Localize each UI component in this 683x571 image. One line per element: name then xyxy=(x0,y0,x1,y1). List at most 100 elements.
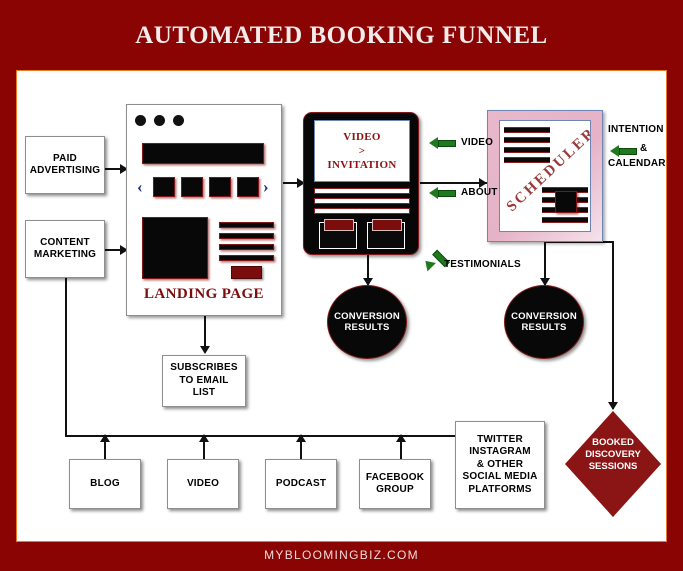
carousel-item xyxy=(181,177,203,197)
callout-calendar-label: CALENDAR xyxy=(608,158,666,169)
node-channel-facebook-group[interactable]: FACEBOOK GROUP xyxy=(359,459,431,509)
text-line xyxy=(219,222,274,228)
node-booked-discovery-sessions[interactable]: BOOKED DISCOVERY SESSIONS xyxy=(565,411,661,517)
booked-node-line2: DISCOVERY xyxy=(585,449,641,460)
callout-testimonials-label: TESTIMONIALS xyxy=(444,259,521,270)
email-node-text: SUBSCRIBES TO EMAIL LIST xyxy=(170,362,238,400)
arrowhead-video-riser xyxy=(199,434,209,442)
video-content-line xyxy=(314,188,410,194)
conversion-results-1-text: CONVERSION RESULTS xyxy=(334,311,400,334)
carousel-item xyxy=(237,177,259,197)
node-paid-advertising[interactable]: PAID ADVERTISING xyxy=(25,136,105,194)
footer-watermark: MYBLOOMINGBIZ.COM xyxy=(264,548,419,562)
connector-video-to-scheduler xyxy=(420,182,487,184)
arrowhead-facebook-riser xyxy=(396,434,406,442)
scheduler-row xyxy=(542,217,588,223)
scheduler-selected-day xyxy=(555,191,577,213)
node-channel-blog[interactable]: BLOG xyxy=(69,459,141,509)
node-conversion-results-1[interactable]: CONVERSION RESULTS xyxy=(327,285,407,359)
callout-video-label: VIDEO xyxy=(461,137,494,148)
video-content-line xyxy=(314,198,410,204)
email-node-line1: SUBSCRIBES xyxy=(170,362,238,374)
conversion-results-1-line2: RESULTS xyxy=(344,322,390,333)
callout-about-label: ABOUT xyxy=(461,187,498,198)
social-node-line1: TWITTER xyxy=(477,433,523,445)
green-arrow-icon xyxy=(438,190,456,197)
node-scheduler[interactable]: SCHEDULER xyxy=(487,110,603,242)
node-channel-facebook-text: FACEBOOK GROUP xyxy=(366,472,424,497)
conversion-results-2-line1: CONVERSION xyxy=(511,310,577,322)
email-node-line2: TO EMAIL xyxy=(179,374,229,386)
connector-scheduler-to-booked-v xyxy=(612,241,614,409)
scheduler-row xyxy=(504,157,550,163)
booked-node-text: BOOKED DISCOVERY SESSIONS xyxy=(565,437,661,473)
node-content-marketing[interactable]: CONTENT MARKETING xyxy=(25,220,105,278)
callout-intention-label: INTENTION xyxy=(608,124,664,135)
scheduler-row xyxy=(504,137,550,143)
text-line xyxy=(219,255,274,261)
carousel-item xyxy=(153,177,175,197)
node-channel-podcast-label: PODCAST xyxy=(275,477,327,489)
cta-button[interactable] xyxy=(231,266,262,279)
node-channel-facebook-line2: GROUP xyxy=(376,484,414,495)
connector-feedback-bus xyxy=(65,435,469,437)
landing-page-caption: LANDING PAGE xyxy=(144,286,264,302)
media-block xyxy=(142,217,208,279)
node-social-platforms[interactable]: TWITTER INSTAGRAM & OTHER SOCIAL MEDIA P… xyxy=(455,421,545,509)
carousel-next-icon[interactable]: › xyxy=(263,178,269,195)
video-panel-header xyxy=(372,219,402,231)
green-arrow-head-icon xyxy=(429,137,438,149)
social-node-line5: PLATFORMS xyxy=(468,483,532,495)
social-node-line4: SOCIAL MEDIA xyxy=(462,471,538,483)
node-video-invitation[interactable]: VIDEO > INVITATION xyxy=(303,112,419,255)
video-content-line xyxy=(314,208,410,214)
connector-feedback-riser xyxy=(65,272,67,437)
conversion-results-1-line1: CONVERSION xyxy=(334,310,400,322)
green-arrow-head-icon xyxy=(610,145,619,157)
arrowhead-blog-riser xyxy=(100,434,110,442)
video-screen-line2: > xyxy=(358,145,366,157)
scheduler-inner-panel: SCHEDULER xyxy=(499,120,591,232)
funnel-infographic: AUTOMATED BOOKING FUNNEL PAID ADVERTISIN… xyxy=(0,0,683,571)
node-landing-page[interactable]: ‹ › xyxy=(126,104,282,316)
booked-node-line3: SESSIONS xyxy=(588,461,638,472)
video-panel-header xyxy=(324,219,354,231)
email-node-line3: LIST xyxy=(192,387,216,399)
browser-dot-icon xyxy=(135,115,146,126)
video-screen: VIDEO > INVITATION xyxy=(314,120,410,182)
node-channel-blog-label: BLOG xyxy=(90,477,120,489)
scheduler-row xyxy=(504,127,550,133)
node-channel-video[interactable]: VIDEO xyxy=(167,459,239,509)
browser-dot-icon xyxy=(154,115,165,126)
conversion-results-2-line2: RESULTS xyxy=(521,322,567,333)
booked-node-line1: BOOKED xyxy=(592,437,634,448)
video-screen-line1: VIDEO xyxy=(343,131,381,143)
node-channel-video-label: VIDEO xyxy=(186,477,220,489)
social-node-line2: INSTAGRAM xyxy=(469,446,531,458)
arrowhead-podcast-riser xyxy=(296,434,306,442)
green-arrow-icon xyxy=(438,140,456,147)
text-line xyxy=(219,244,274,250)
social-node-line3: & OTHER xyxy=(476,458,524,470)
browser-dot-icon xyxy=(173,115,184,126)
node-channel-facebook-line1: FACEBOOK xyxy=(365,471,425,483)
carousel-item xyxy=(209,177,231,197)
carousel-prev-icon[interactable]: ‹ xyxy=(137,178,143,195)
node-conversion-results-2[interactable]: CONVERSION RESULTS xyxy=(504,285,584,359)
node-channel-podcast[interactable]: PODCAST xyxy=(265,459,337,509)
green-arrow-icon xyxy=(619,148,637,155)
node-paid-advertising-label: PAID ADVERTISING xyxy=(29,152,101,177)
arrowhead-landing-to-email xyxy=(200,346,210,354)
node-subscribes-email-list[interactable]: SUBSCRIBES TO EMAIL LIST xyxy=(162,355,246,407)
green-arrow-head-icon xyxy=(429,187,438,199)
text-line xyxy=(219,233,274,239)
social-node-text: TWITTER INSTAGRAM & OTHER SOCIAL MEDIA P… xyxy=(463,434,538,497)
page-title: AUTOMATED BOOKING FUNNEL xyxy=(135,22,548,49)
scheduler-row xyxy=(504,147,550,153)
conversion-results-2-text: CONVERSION RESULTS xyxy=(511,311,577,334)
node-content-marketing-label: CONTENT MARKETING xyxy=(33,236,97,261)
video-screen-line3: INVITATION xyxy=(327,159,397,171)
callout-ampersand-label: & xyxy=(640,143,648,154)
arrowhead-scheduler-to-booked xyxy=(608,402,618,410)
hero-banner-block xyxy=(142,143,264,164)
